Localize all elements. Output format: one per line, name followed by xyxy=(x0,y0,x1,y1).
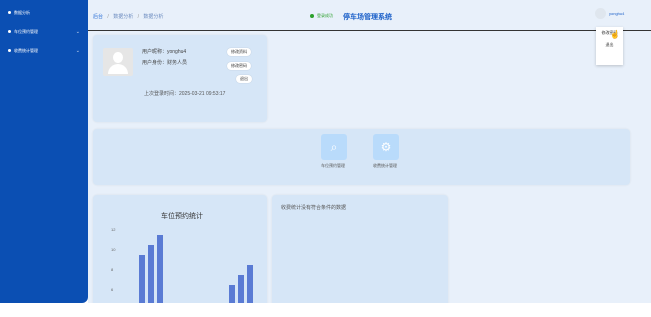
sidebar-item-label: 车位预约管理 xyxy=(14,28,38,34)
chart-bar xyxy=(238,275,244,303)
chart-title: 车位预约统计 xyxy=(161,213,203,220)
user-avatar-icon xyxy=(103,48,133,76)
user-info-card: 用户昵称：yonghu4 用户身份：财务人员 修改资料 修改密码 退出 上次登录… xyxy=(93,35,267,122)
bullet-icon xyxy=(8,49,11,52)
breadcrumb-current: 数据分析 xyxy=(143,14,164,20)
main-content: 后台 / 数据分析 / 数据分析 登录成功 停车场管理系统 yonghu4 修改… xyxy=(88,0,651,303)
user-nickname: 用户昵称：yonghu4 xyxy=(142,49,187,55)
chart-bar xyxy=(229,285,235,303)
fee-statistics-card: 收费统计没有符合条件的数据 xyxy=(272,195,448,303)
chart-bar xyxy=(157,235,163,303)
sidebar-item-label: 收费统计管理 xyxy=(14,47,38,53)
last-login-time: 上次登录时间：2025-03-21 09:53:17 xyxy=(144,91,226,97)
breadcrumb-separator: / xyxy=(107,14,109,20)
top-header: 后台 / 数据分析 / 数据分析 登录成功 停车场管理系统 yonghu4 修改… xyxy=(88,0,651,65)
feature-shortcuts-card: ⌕ 车位预约管理 ⚙ 收费统计管理 xyxy=(93,129,630,185)
login-status: 登录成功 xyxy=(310,13,333,19)
sidebar-item-parking-booking[interactable]: 车位预约管理 ⌄ xyxy=(0,22,88,41)
y-tick-label: 10 xyxy=(111,247,116,252)
bullet-icon xyxy=(8,11,11,14)
chart-bar xyxy=(148,245,154,303)
chevron-down-icon: ⌄ xyxy=(75,47,80,54)
breadcrumb-item[interactable]: 数据分析 xyxy=(113,14,133,20)
user-role: 用户身份：财务人员 xyxy=(142,60,188,66)
breadcrumb: 后台 / 数据分析 / 数据分析 xyxy=(93,13,163,20)
search-icon[interactable]: ⌕ xyxy=(321,134,347,160)
login-status-text: 登录成功 xyxy=(317,13,333,18)
system-title: 停车场管理系统 xyxy=(343,14,392,21)
sidebar-item-label: 数据分析 xyxy=(14,9,30,15)
sidebar-item-data-analysis[interactable]: 数据分析 xyxy=(0,3,88,22)
sidebar: 数据分析 车位预约管理 ⌄ 收费统计管理 ⌄ xyxy=(0,0,88,303)
chart-bar xyxy=(247,265,253,303)
fee-empty-message: 收费统计没有符合条件的数据 xyxy=(281,205,347,211)
dropdown-logout[interactable]: 退出 xyxy=(596,39,623,51)
chart-bar xyxy=(139,255,145,303)
breadcrumb-home[interactable]: 后台 xyxy=(93,14,103,20)
status-dot-icon xyxy=(310,14,314,18)
avatar[interactable] xyxy=(595,8,606,19)
logout-button[interactable]: 退出 xyxy=(236,75,252,83)
parking-booking-chart: 车位预约统计 12 10 8 6 xyxy=(93,195,267,303)
cursor-icon: ☝ xyxy=(610,30,620,39)
change-password-button[interactable]: 修改密码 xyxy=(227,62,251,70)
feature-label-fees[interactable]: 收费统计管理 xyxy=(373,163,397,169)
breadcrumb-separator: / xyxy=(137,14,139,20)
y-tick-label: 12 xyxy=(111,227,116,232)
chevron-down-icon: ⌄ xyxy=(75,28,80,35)
header-username[interactable]: yonghu4 xyxy=(609,11,624,16)
sidebar-item-fee-stats[interactable]: 收费统计管理 ⌄ xyxy=(0,41,88,60)
edit-profile-button[interactable]: 修改资料 xyxy=(227,48,251,56)
y-tick-label: 8 xyxy=(111,267,114,272)
bullet-icon xyxy=(8,30,11,33)
feature-label-parking[interactable]: 车位预约管理 xyxy=(321,163,345,169)
settings-icon[interactable]: ⚙ xyxy=(373,134,399,160)
y-tick-label: 6 xyxy=(111,287,114,292)
